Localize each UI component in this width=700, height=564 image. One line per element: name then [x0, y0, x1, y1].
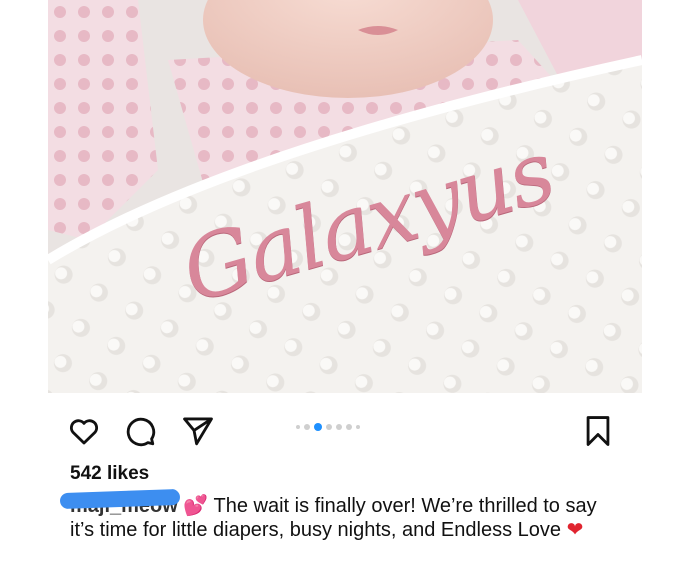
like-button[interactable] [66, 413, 102, 449]
comment-bubble-icon [126, 417, 156, 447]
red-heart-emoji: ❤ [566, 517, 584, 541]
paper-plane-icon [183, 417, 213, 446]
carousel-dot [304, 424, 310, 430]
carousel-dot [336, 424, 342, 430]
carousel-dot [296, 425, 300, 429]
carousel-indicator [296, 423, 360, 431]
comment-button[interactable] [122, 413, 158, 449]
post-action-bar [48, 393, 642, 463]
share-button[interactable] [180, 413, 216, 449]
bookmark-icon [586, 416, 610, 446]
heart-outline-icon [69, 419, 99, 445]
post-caption: maji_meow 💕 The wait is finally over! We… [59, 488, 610, 542]
two-hearts-emoji: 💕 [183, 493, 209, 517]
likes-count[interactable]: 542 likes [70, 463, 149, 485]
carousel-dot [346, 424, 352, 430]
carousel-dot [356, 425, 360, 429]
post-photo[interactable]: Galaxyus [48, 0, 642, 393]
save-button[interactable] [580, 413, 616, 449]
username-link[interactable]: maji_meow [59, 488, 181, 518]
carousel-dot [326, 424, 332, 430]
carousel-dot-active [314, 423, 322, 431]
